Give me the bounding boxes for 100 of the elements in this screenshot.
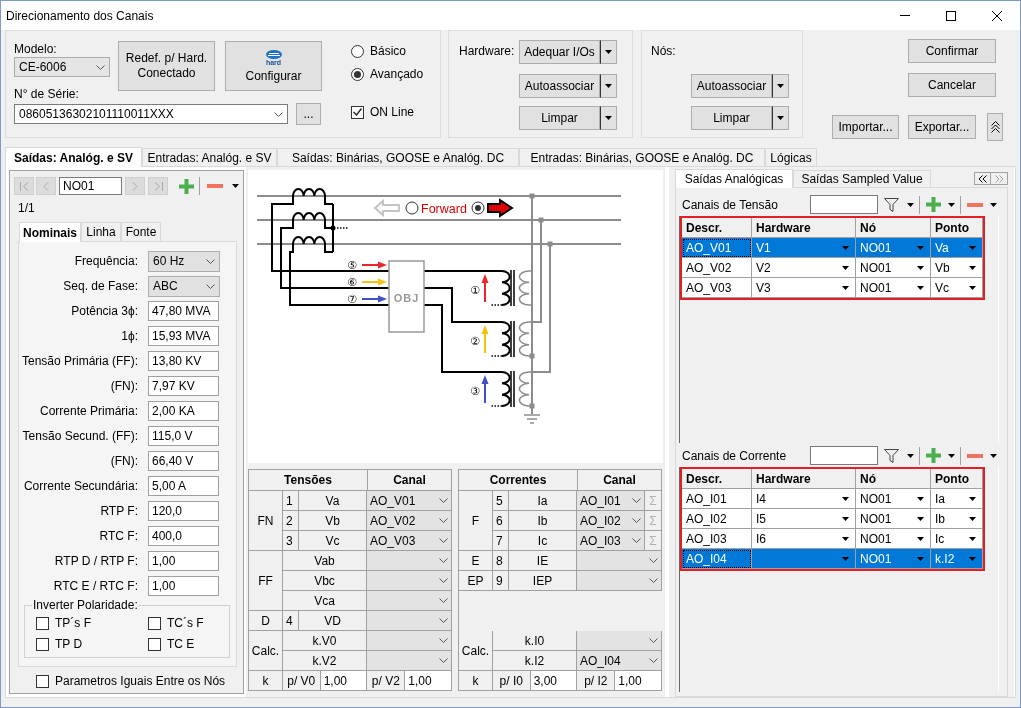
table-row[interactable]: AO_I04 NO01 k.I2 — [682, 549, 983, 569]
checkbox[interactable] — [148, 637, 161, 651]
input-field[interactable]: 15,93 MVA — [148, 326, 219, 346]
reset-hardware-button[interactable]: Redef. p/ Hard. Conectado — [118, 41, 215, 91]
minus-icon[interactable] — [967, 202, 983, 207]
serial-dropdown[interactable]: 08605136302101110011XXX — [14, 104, 288, 124]
table-row[interactable]: AO_V01 V1 NO01 Va — [682, 238, 983, 258]
checkbox[interactable] — [36, 674, 49, 688]
caret-icon[interactable] — [948, 453, 955, 458]
factor-field[interactable]: 3,00 — [530, 671, 578, 691]
point-dropdown[interactable]: k.I2 — [931, 549, 983, 569]
tab[interactable]: Entradas: Binárias, GOOSE e Analóg. DC — [519, 148, 765, 166]
tab[interactable]: Linha — [81, 222, 121, 241]
tab[interactable]: Nominais — [19, 222, 81, 242]
channel-dropdown[interactable]: AO_V03 — [367, 531, 452, 551]
filter-icon[interactable] — [884, 448, 899, 463]
checkbox[interactable] — [148, 616, 161, 630]
adjust-button[interactable]: Adequar I/Os — [519, 40, 600, 64]
dropdown-button[interactable] — [600, 106, 617, 130]
input-field[interactable]: 1,00 — [148, 551, 219, 571]
checkbox[interactable] — [351, 105, 364, 119]
minus-icon[interactable] — [967, 453, 983, 458]
column-header: Hardware — [752, 218, 856, 238]
tab[interactable]: Saídas Analógicas — [675, 169, 793, 188]
table-row[interactable]: AO_I03 I6 NO01 Ic — [682, 529, 983, 549]
input-field[interactable]: 7,97 KV — [148, 376, 219, 396]
radio-button[interactable] — [351, 44, 364, 58]
channel-dropdown[interactable]: AO_I01 — [577, 491, 645, 511]
confirm-button[interactable]: Confirmar — [908, 39, 996, 63]
auto-associate-button[interactable]: Autoassociar — [519, 74, 600, 98]
input-field[interactable]: 66,40 V — [148, 451, 219, 471]
node-dropdown[interactable]: NO01 — [856, 278, 931, 298]
input-field[interactable]: 5,00 A — [148, 476, 219, 496]
table-row[interactable]: AO_V02 V2 NO01 Vb — [682, 258, 983, 278]
caret-icon[interactable] — [990, 202, 997, 207]
input-field[interactable]: 2,00 KA — [148, 401, 219, 421]
filter-icon[interactable] — [884, 197, 899, 212]
collapse-button[interactable] — [987, 113, 1003, 141]
radio-button[interactable] — [471, 201, 485, 215]
clear-button[interactable]: Limpar — [519, 106, 600, 130]
filter-field[interactable] — [810, 195, 878, 214]
channel-number: 9 — [493, 571, 509, 591]
cancel-button[interactable]: Cancelar — [908, 73, 996, 97]
channel-number: 4 — [283, 611, 299, 631]
browse-button[interactable]: ... — [296, 103, 321, 125]
table-row[interactable]: AO_I01 I4 NO01 Ia — [682, 489, 983, 509]
model-dropdown[interactable]: CE-6006 — [14, 57, 110, 77]
chevron-icon — [649, 578, 658, 583]
caret-icon[interactable] — [907, 202, 914, 207]
input-field[interactable]: 400,0 — [148, 526, 219, 546]
caret-icon — [842, 245, 849, 250]
input-field[interactable]: 1,00 — [148, 576, 219, 596]
radio-button[interactable] — [405, 201, 419, 215]
scroll-left-button[interactable] — [974, 172, 991, 185]
dropdown-button[interactable] — [772, 74, 789, 98]
tab[interactable]: Entradas: Analóg. e SV — [142, 148, 277, 166]
export-button[interactable]: Exportar... — [908, 115, 976, 139]
import-button[interactable]: Importar... — [832, 115, 899, 139]
channel-dropdown[interactable]: AO_V02 — [367, 511, 452, 531]
node-dropdown[interactable]: NO01 — [856, 549, 931, 569]
tab[interactable]: Fonte — [121, 222, 161, 241]
field-label: Seq. de Fase: — [62, 279, 138, 293]
caret-icon[interactable] — [990, 453, 997, 458]
channel-dropdown[interactable]: AO_I03 — [577, 531, 645, 551]
input-field[interactable]: 115,0 V — [148, 426, 219, 446]
channel-dropdown[interactable]: AO_I04 — [577, 651, 662, 671]
checkbox[interactable] — [36, 616, 49, 630]
tab[interactable]: Saídas: Binárias, GOOSE e Analóg. DC — [277, 148, 519, 166]
radio-button[interactable] — [351, 67, 364, 81]
input-field[interactable]: 47,80 MVA — [148, 301, 219, 321]
channel-dropdown[interactable]: AO_I02 — [577, 511, 645, 531]
double-chevron-right-icon — [994, 174, 1004, 183]
dropdown-field[interactable]: ABC — [148, 275, 220, 297]
clear-button[interactable]: Limpar — [691, 106, 772, 130]
caret-icon[interactable] — [232, 184, 239, 188]
checkbox[interactable] — [36, 637, 49, 651]
factor-field[interactable]: 1,00 — [615, 671, 662, 691]
tab[interactable]: Saídas: Analóg. e SV — [5, 147, 142, 167]
dropdown-button[interactable] — [772, 106, 789, 130]
chevron-icon — [439, 638, 448, 643]
table-row[interactable]: AO_I02 I5 NO01 Ib — [682, 509, 983, 529]
hardware-dropdown[interactable]: V3 — [752, 278, 856, 298]
factor-field[interactable]: 1,00 — [320, 671, 368, 691]
tab[interactable]: Saídas Sampled Value — [793, 170, 931, 187]
table-row[interactable]: AO_V03 V3 NO01 Vc — [682, 278, 983, 298]
caret-icon[interactable] — [948, 202, 955, 207]
tab[interactable]: Lógicas — [765, 148, 817, 166]
dropdown-button[interactable] — [600, 40, 617, 64]
filter-field[interactable] — [810, 446, 878, 465]
node-field[interactable]: NO01 — [59, 177, 122, 195]
dropdown-field[interactable]: 60 Hz — [148, 250, 220, 272]
dropdown-button[interactable] — [600, 74, 617, 98]
input-field[interactable]: 13,80 KV — [148, 351, 219, 371]
channel-dropdown[interactable]: AO_V01 — [367, 491, 452, 511]
caret-icon[interactable] — [907, 453, 914, 458]
factor-field[interactable]: 1,00 — [405, 671, 452, 691]
point-dropdown[interactable]: Vc — [931, 278, 983, 298]
input-field[interactable]: 120,0 — [148, 501, 219, 521]
chevron-icon — [649, 658, 658, 663]
auto-associate-button[interactable]: Autoassociar — [691, 74, 772, 98]
